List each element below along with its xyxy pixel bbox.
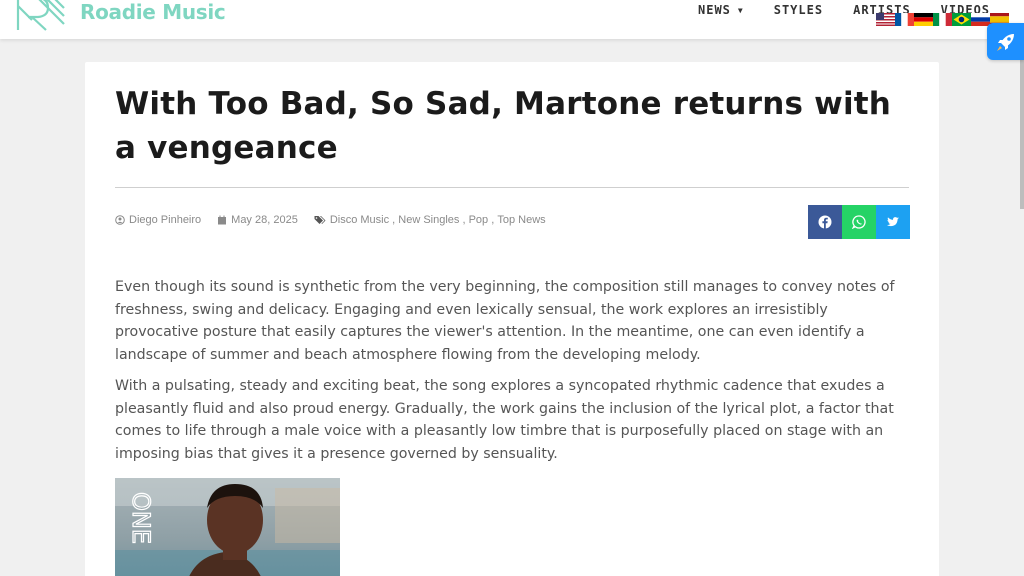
brand-name[interactable]: Roadie Music (80, 0, 226, 24)
tag-link[interactable]: Pop (469, 214, 489, 226)
facebook-icon (818, 215, 832, 229)
nav-item-news[interactable]: NEWS ▼ (698, 3, 744, 17)
br-flag-icon[interactable] (952, 13, 971, 26)
tags-icon (314, 216, 326, 224)
fr-flag-icon[interactable] (895, 13, 914, 26)
caret-down-icon[interactable]: ▼ (738, 6, 744, 15)
share-facebook-button[interactable] (808, 205, 842, 239)
rocket-icon (996, 33, 1014, 51)
ru-flag-icon[interactable] (971, 13, 990, 26)
tag-separator: , (459, 214, 469, 226)
tag-link[interactable]: Disco Music (330, 214, 389, 226)
svg-text:ONE: ONE (127, 492, 155, 544)
article-title: With Too Bad, So Sad, Martone returns wi… (115, 86, 892, 166)
share-twitter-button[interactable] (876, 205, 910, 239)
article-body: Even though its sound is synthetic from … (115, 276, 915, 474)
tag-link[interactable]: Top News (497, 214, 545, 226)
twitter-icon (887, 217, 899, 227)
share-whatsapp-button[interactable] (842, 205, 876, 239)
nav-label[interactable]: STYLES (774, 3, 823, 17)
author: Diego Pinheiro (115, 214, 201, 226)
nav-label[interactable]: NEWS (698, 3, 731, 17)
cover-art-image: ONE (115, 478, 340, 576)
publish-date: May 28, 2025 (231, 214, 298, 226)
tag-separator: , (389, 214, 399, 226)
date: May 28, 2025 (217, 214, 298, 226)
site-logo[interactable]: Roadie Music (14, 0, 226, 32)
article-card: With Too Bad, So Sad, Martone returns wi… (85, 62, 939, 576)
rocket-button[interactable] (987, 23, 1024, 60)
user-icon (115, 215, 125, 225)
article-meta: Diego Pinheiro May 28, 2025 Disco Music … (115, 214, 562, 226)
scrollbar-thumb[interactable] (1020, 39, 1024, 209)
tags: Disco Music , New Singles , Pop , Top Ne… (314, 214, 546, 226)
share-buttons (808, 205, 910, 239)
article-image: ONE (115, 478, 340, 576)
site-header: Roadie Music NEWS ▼ STYLES ARTISTS VIDEO… (0, 0, 1024, 39)
cover-text: ONE (126, 491, 155, 544)
de-flag-icon[interactable] (914, 13, 933, 26)
paragraph: Even though its sound is synthetic from … (115, 279, 895, 363)
title-divider (115, 187, 909, 188)
calendar-icon (218, 215, 227, 225)
author-name[interactable]: Diego Pinheiro (129, 214, 201, 226)
whatsapp-icon (852, 215, 866, 229)
us-flag-icon[interactable] (876, 13, 895, 26)
it-flag-icon[interactable] (933, 13, 952, 26)
nav-item-styles[interactable]: STYLES (774, 3, 823, 17)
paragraph: With a pulsating, steady and exciting be… (115, 378, 894, 462)
tag-separator: , (488, 214, 498, 226)
roadie-logo-icon (16, 0, 65, 31)
tag-link[interactable]: New Singles (398, 214, 459, 226)
